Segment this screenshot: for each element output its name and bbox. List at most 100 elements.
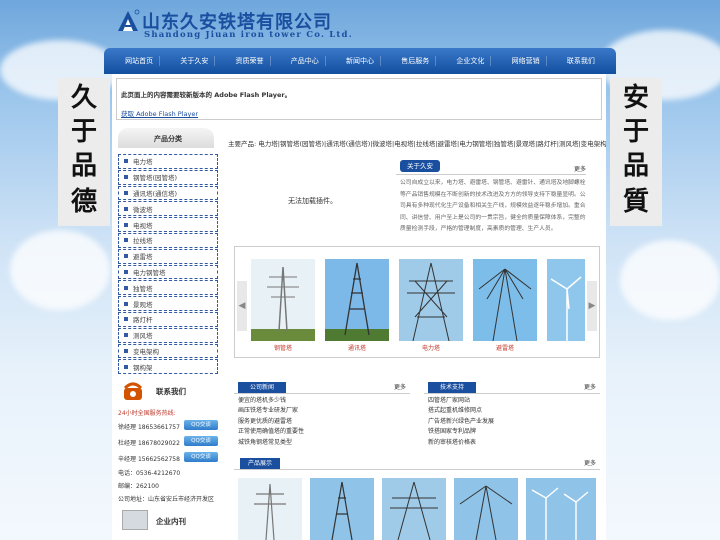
about-tab[interactable]: 关于久安 <box>400 160 440 172</box>
category-label: 避雷塔 <box>133 253 153 262</box>
category-label: 电力塔 <box>133 158 153 167</box>
category-item[interactable]: 电力钢管塔 <box>118 264 218 280</box>
cloud-decoration <box>620 240 720 320</box>
category-label: 景观塔 <box>133 300 153 309</box>
showcase-item[interactable] <box>310 478 374 540</box>
nav-culture[interactable]: 企业文化 <box>450 56 492 66</box>
nav-service[interactable]: 售后服务 <box>395 56 437 66</box>
category-header: 产品分类 <box>118 128 214 148</box>
news-item[interactable]: 便宜的塔机多少钱 <box>238 396 408 406</box>
showcase-item[interactable] <box>238 478 302 540</box>
gallery-caption: 电力塔 <box>421 345 440 352</box>
gallery-item[interactable]: 钢管塔 <box>251 259 315 353</box>
flash-message: 此页面上的内容需要较新版本的 Adobe Flash Player。 <box>121 91 292 99</box>
category-item[interactable]: 通讯塔(通信塔) <box>118 185 218 201</box>
qq-chat-button[interactable]: QQ交谈 <box>184 420 218 430</box>
showcase-more[interactable]: 更多 <box>584 458 596 467</box>
contact-panel: 联系我们 24小时全国服务热线: 徐经理 18653661757 QQ交谈 杜经… <box>118 378 218 508</box>
news-item[interactable]: 铁搭国家专利品牌 <box>428 427 598 437</box>
tower-image <box>473 259 537 341</box>
gallery-item[interactable]: 通讯塔 <box>325 259 389 353</box>
site-header: 山东久安铁塔有限公司 Shandong Jiuan iron tower Co.… <box>112 0 616 48</box>
contact-address: 公司地址：山东省安丘市经济开发区 <box>118 496 215 503</box>
news-item[interactable]: 搭式起重机维修网点 <box>428 406 598 416</box>
category-label: 测风塔 <box>133 332 153 341</box>
category-item[interactable]: 微波塔 <box>118 201 218 217</box>
news-divider <box>234 393 410 394</box>
hotline-label: 24小时全国服务热线: <box>118 410 176 417</box>
nav-products[interactable]: 产品中心 <box>285 56 326 66</box>
news-item[interactable]: 广告塔新兴绿色产业发展 <box>428 417 598 427</box>
news-item[interactable]: 画压铁塔专业研发厂家 <box>238 406 408 416</box>
contact-phone: 18678029022 <box>137 440 180 447</box>
category-item[interactable]: 电视塔 <box>118 217 218 232</box>
qq-chat-button[interactable]: QQ交谈 <box>184 452 218 462</box>
nav-about[interactable]: 关于久安 <box>174 56 216 66</box>
gallery-item[interactable]: 电力塔 <box>399 259 463 353</box>
nav-home[interactable]: 网站首页 <box>119 56 161 66</box>
get-flash-link[interactable]: 获取 Adobe Flash Player <box>121 108 198 118</box>
calligraphy-char: 于 <box>622 117 649 147</box>
right-calligraphy-panel: 安 于 品 質 <box>610 78 662 226</box>
tech-support-more[interactable]: 更多 <box>584 382 596 391</box>
news-item[interactable]: 正常使用确值塔的重要性 <box>238 427 408 437</box>
nav-news[interactable]: 新闻中心 <box>340 56 381 66</box>
contact-name: 杜经理 <box>118 440 137 447</box>
contact-name: 徐经理 <box>118 424 137 431</box>
product-gallery: ◀ ▶ 钢管塔 通讯塔 电力塔 避雷塔 <box>234 246 600 358</box>
calligraphy-char: 德 <box>70 187 97 217</box>
gallery-item[interactable]: 避雷塔 <box>473 259 537 353</box>
tech-support-tab[interactable]: 技术支持 <box>428 382 476 393</box>
category-item[interactable]: 电力塔 <box>118 154 218 169</box>
category-item[interactable]: 测风塔 <box>118 327 218 343</box>
category-item[interactable]: 钢管塔(园管塔) <box>118 169 218 185</box>
company-news-more[interactable]: 更多 <box>394 382 406 391</box>
chevron-right-icon: ▶ <box>588 301 596 311</box>
category-item[interactable]: 路灯杆 <box>118 311 218 327</box>
logo-icon <box>118 9 140 31</box>
category-label: 钢构架 <box>133 363 153 372</box>
showcase-tab[interactable]: 产品展示 <box>240 458 280 469</box>
gallery-caption: 通讯塔 <box>347 345 366 352</box>
showcase-item[interactable] <box>382 478 446 540</box>
calligraphy-char: 質 <box>622 187 649 217</box>
company-news-tab[interactable]: 公司新闻 <box>238 382 286 393</box>
wind-turbine-image <box>547 259 585 341</box>
gallery-item[interactable] <box>547 259 585 353</box>
enterprise-magazine[interactable]: 企业内刊 <box>118 508 218 534</box>
company-name-en: Shandong Jiuan iron tower Co. Ltd. <box>144 30 353 40</box>
news-item[interactable]: 四管塔厂家网站 <box>428 396 598 406</box>
phone-icon <box>123 382 143 400</box>
news-item[interactable]: 服务更优质的避雷塔 <box>238 417 408 427</box>
category-item[interactable]: 景观塔 <box>118 296 218 311</box>
calligraphy-char: 安 <box>622 83 649 113</box>
category-item[interactable]: 拉线塔 <box>118 232 218 248</box>
category-item[interactable]: 独管塔 <box>118 280 218 296</box>
news-item[interactable]: 新的审核塔价格表 <box>428 438 598 448</box>
category-label: 通讯塔(通信塔) <box>133 189 178 198</box>
contact-title: 联系我们 <box>156 387 186 396</box>
flash-banner: 此页面上的内容需要较新版本的 Adobe Flash Player。 获取 Ad… <box>116 78 602 120</box>
nav-honors[interactable]: 资质荣誉 <box>230 56 271 66</box>
about-more-link[interactable]: 更多 <box>574 164 586 173</box>
category-label: 钢管塔(园管塔) <box>133 174 178 183</box>
gallery-caption: 钢管塔 <box>273 345 292 352</box>
category-title: 产品分类 <box>154 135 182 143</box>
showcase-item[interactable] <box>526 478 596 540</box>
enterprise-title: 企业内刊 <box>156 517 186 526</box>
about-section: 关于久安 更多 公司自成立以来，电力塔、避雷塔、钢管塔、避雷针、通讯塔及地脚螺栓… <box>396 158 586 242</box>
nav-contact[interactable]: 联系我们 <box>561 56 601 66</box>
contact-phone: 15662562758 <box>137 456 180 463</box>
category-item[interactable]: 变电架构 <box>118 343 218 359</box>
nav-marketing[interactable]: 网络营销 <box>506 56 547 66</box>
qq-chat-button[interactable]: QQ交谈 <box>184 436 218 446</box>
news-item[interactable]: 城铁角钢塔常见类型 <box>238 438 408 448</box>
category-item[interactable]: 钢构架 <box>118 359 218 375</box>
main-products-line: 主要产品: 电力塔|钢管塔(园管塔)|通讯塔(通信塔)|微波塔|电视塔|拉线塔|… <box>228 140 606 148</box>
category-item[interactable]: 避雷塔 <box>118 248 218 264</box>
gallery-next-button[interactable]: ▶ <box>587 281 597 331</box>
showcase-item[interactable] <box>454 478 518 540</box>
gallery-prev-button[interactable]: ◀ <box>237 281 247 331</box>
company-news: 公司新闻 更多 便宜的塔机多少钱 画压铁塔专业研发厂家 服务更优质的避雷塔 正常… <box>234 378 410 458</box>
contact-row: 徐经理 18653661757 <box>118 422 180 431</box>
